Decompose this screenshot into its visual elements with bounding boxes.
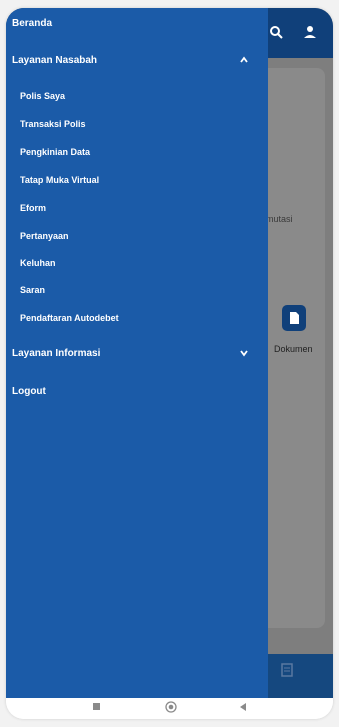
menu-item-label: Polis Saya	[20, 91, 66, 101]
menu-item-pendaftaran-autodebet[interactable]: Pendaftaran Autodebet	[6, 309, 268, 327]
menu-item-label: Pengkinian Data	[20, 147, 91, 157]
menu-item-eform[interactable]: Eform	[6, 199, 268, 217]
layanan-informasi-label: Layanan Informasi	[12, 347, 101, 359]
menu-item-transaksi-polis[interactable]: Transaksi Polis	[6, 115, 268, 133]
menu-item-pertanyaan[interactable]: Pertanyaan	[6, 227, 268, 245]
menu-section-layanan-informasi[interactable]: Layanan Informasi	[6, 341, 268, 365]
menu-item-label: Eform	[20, 203, 47, 213]
chevron-down-icon	[240, 350, 248, 357]
menu-item-tatap-muka-virtual[interactable]: Tatap Muka Virtual	[6, 171, 268, 189]
search-icon	[270, 26, 283, 39]
logout-label: Logout	[12, 385, 46, 397]
recent-apps-square-icon[interactable]	[92, 702, 102, 712]
home-circle-icon[interactable]	[164, 700, 178, 714]
chevron-up-icon	[240, 56, 248, 63]
layanan-nasabah-label: Layanan Nasabah	[12, 54, 98, 66]
menu-item-logout[interactable]: Logout	[6, 380, 268, 402]
menu-item-pengkinian-data[interactable]: Pengkinian Data	[6, 143, 268, 161]
document-list-icon	[281, 663, 293, 677]
menu-item-polis-saya[interactable]: Polis Saya	[6, 87, 268, 105]
menu-item-beranda-label: Beranda	[12, 17, 53, 29]
phone-screen: mutasi Dokumen Beranda Layanan Nasabah P…	[6, 8, 333, 719]
menu-item-label: Tatap Muka Virtual	[20, 175, 100, 185]
system-navigation-bar	[6, 698, 333, 719]
menu-item-label: Saran	[20, 285, 46, 295]
partial-menu-label: mutasi	[266, 214, 293, 224]
menu-item-saran[interactable]: Saran	[6, 281, 268, 299]
menu-item-label: Pertanyaan	[20, 231, 69, 241]
document-icon	[282, 305, 306, 331]
navigation-drawer: Beranda Layanan Nasabah Polis Saya Trans…	[6, 8, 268, 698]
menu-item-beranda[interactable]: Beranda	[6, 12, 268, 34]
dokumen-label: Dokumen	[274, 344, 313, 354]
menu-section-layanan-nasabah[interactable]: Layanan Nasabah	[6, 48, 268, 72]
back-triangle-icon[interactable]	[238, 702, 248, 712]
menu-item-label: Keluhan	[20, 258, 56, 268]
menu-item-label: Pendaftaran Autodebet	[20, 313, 119, 323]
menu-item-keluhan[interactable]: Keluhan	[6, 254, 268, 272]
menu-item-label: Transaksi Polis	[20, 119, 86, 129]
user-icon	[304, 26, 316, 38]
